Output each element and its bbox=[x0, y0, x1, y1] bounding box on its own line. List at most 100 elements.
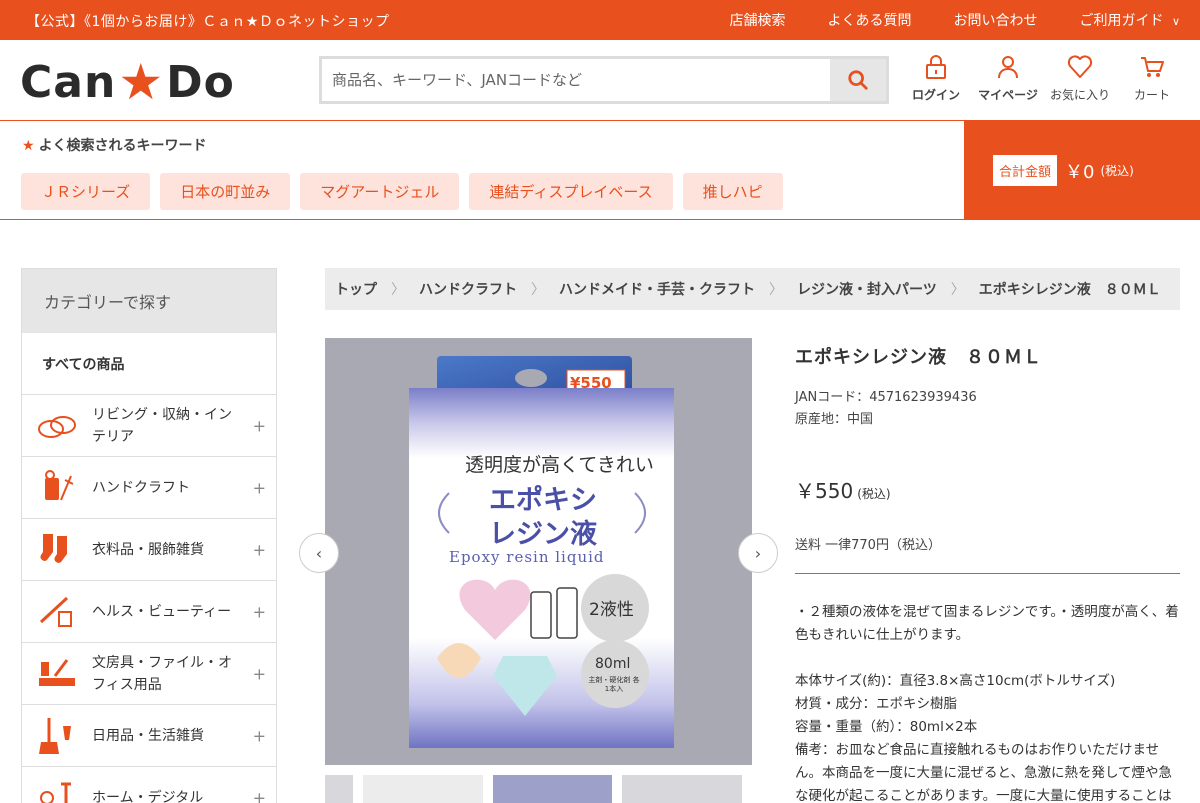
breadcrumb-current: エポキシレジン液 ８０ＭＬ bbox=[978, 282, 1161, 298]
category-sidebar: カテゴリーで探す すべての商品 リビング・収納・インテリア + ハンドクラフト … bbox=[21, 268, 277, 803]
package-price-tag: ¥550 bbox=[570, 374, 612, 392]
keyword-chip[interactable]: 推しハピ bbox=[682, 173, 783, 210]
spec-line: 備考：お皿など食品に直接触れるものはお作りいただけません。本商品を一度に大量に混… bbox=[795, 742, 1173, 803]
keyword-chip[interactable]: 日本の町並み bbox=[160, 173, 291, 210]
beauty-icon bbox=[39, 596, 72, 627]
plus-icon[interactable]: + bbox=[253, 416, 266, 435]
spec-line: 材質・成分：エポキシ樹脂 bbox=[795, 696, 957, 712]
search-button[interactable] bbox=[830, 59, 886, 101]
price-value: ￥550 bbox=[795, 479, 854, 503]
shipping-info: 送料 一律770円（税込） bbox=[795, 534, 1180, 574]
breadcrumb-item[interactable]: トップ bbox=[335, 279, 377, 299]
store-search-link[interactable]: 店舗検索 bbox=[729, 10, 785, 30]
socks-icon bbox=[40, 533, 67, 563]
keyword-title-text: よく検索されるキーワード bbox=[38, 138, 207, 154]
header: Can★Do ログイン マイページ お気に入り カート bbox=[0, 40, 1200, 121]
search-bar bbox=[319, 56, 889, 104]
breadcrumb-separator-icon: 〉 bbox=[769, 282, 783, 298]
sidebar-item-all[interactable]: すべての商品 bbox=[22, 333, 276, 395]
origin: 原産地：中国 bbox=[795, 412, 874, 427]
spec-line: 容量・重量（約）：80ml×2本 bbox=[795, 719, 978, 735]
package-type: 2液性 bbox=[589, 600, 634, 620]
thumbnail[interactable] bbox=[492, 775, 613, 803]
breadcrumb-separator-icon: 〉 bbox=[531, 282, 545, 298]
sidebar-item-beauty[interactable]: ヘルス・ビューティー + bbox=[22, 581, 276, 643]
price-tax: (税込) bbox=[857, 487, 891, 501]
logo-star: ★ bbox=[118, 53, 165, 111]
top-links: 店舗検索 よくある質問 お問い合わせ ご利用ガイド ∨ bbox=[729, 0, 1200, 40]
craft-icon bbox=[45, 469, 74, 500]
keyword-chip[interactable]: ＪＲシリーズ bbox=[21, 173, 151, 210]
site-tagline[interactable]: 【公式】《1個からお届け》Ｃａｎ★Ｄｏネットショップ bbox=[26, 11, 389, 31]
favorites-button[interactable]: お気に入り bbox=[1044, 52, 1116, 103]
product-specs: 本体サイズ(約)：直径3.8×高さ10cm(ボトルサイズ) 材質・成分：エポキシ… bbox=[795, 670, 1180, 803]
plus-icon[interactable]: + bbox=[253, 602, 266, 621]
faq-link[interactable]: よくある質問 bbox=[827, 10, 911, 30]
search-input[interactable] bbox=[322, 59, 830, 101]
plus-icon[interactable]: + bbox=[253, 664, 266, 683]
contact-link[interactable]: お問い合わせ bbox=[953, 10, 1037, 30]
cart-button[interactable]: カート bbox=[1116, 52, 1188, 103]
thumbnail[interactable] bbox=[325, 775, 354, 803]
breadcrumb-separator-icon: 〉 bbox=[391, 282, 405, 298]
site-logo[interactable]: Can ★ Do bbox=[20, 53, 235, 111]
sidebar-heading: カテゴリーで探す bbox=[22, 269, 276, 333]
sidebar-item-daily-goods[interactable]: 日用品・生活雑貨 + bbox=[22, 705, 276, 767]
category-label: ヘルス・ビューティー bbox=[92, 603, 232, 620]
cart-icon bbox=[1141, 57, 1164, 77]
sidebar-item-stationery[interactable]: 文房具・ファイル・オフィス用品 + bbox=[22, 643, 276, 705]
product-image[interactable]: ¥550 透明度が高くてきれい エポキシ レジン液 Epoxy resin li… bbox=[325, 338, 752, 765]
plus-icon[interactable]: + bbox=[253, 726, 266, 745]
keyword-title: ★ よく検索されるキーワード bbox=[22, 135, 207, 155]
chevron-left-icon: ‹ bbox=[315, 543, 323, 563]
thumbnail[interactable] bbox=[622, 775, 742, 803]
breadcrumb-item[interactable]: ハンドクラフト bbox=[419, 279, 517, 299]
plus-icon[interactable]: + bbox=[253, 540, 266, 559]
breadcrumb-item[interactable]: レジン液・封入パーツ bbox=[797, 279, 937, 299]
package-volume: 80ml bbox=[595, 656, 631, 672]
prev-image-button[interactable]: ‹ bbox=[299, 533, 339, 573]
stationery-icon bbox=[39, 658, 75, 686]
keyword-chip[interactable]: 連結ディスプレイベース bbox=[469, 173, 673, 210]
package-catch: 透明度が高くてきれい bbox=[465, 454, 654, 476]
product-meta: JANコード：4571623939436 原産地：中国 bbox=[795, 387, 1180, 431]
plus-icon[interactable]: + bbox=[253, 788, 266, 803]
package-volume-note: 主剤・硬化剤 各1本入 bbox=[588, 676, 640, 693]
mypage-label: マイページ bbox=[978, 88, 1038, 102]
package-name-en: Epoxy resin liquid bbox=[449, 548, 605, 566]
jan-code: JANコード：4571623939436 bbox=[795, 390, 977, 405]
guide-link[interactable]: ご利用ガイド ∨ bbox=[1079, 10, 1180, 30]
keyword-chip[interactable]: マグアートジェル bbox=[300, 173, 460, 210]
category-label: ハンドクラフト bbox=[92, 479, 190, 496]
product-price: ￥550 (税込) bbox=[795, 475, 1180, 504]
category-label: リビング・収納・インテリア bbox=[92, 406, 232, 445]
logo-text-right: Do bbox=[166, 56, 235, 108]
total-amount: ￥0 bbox=[1065, 161, 1095, 183]
logo-text-left: Can bbox=[20, 56, 117, 108]
sidebar-item-home-digital[interactable]: ホーム・デジタル + bbox=[22, 767, 276, 803]
thumbnail[interactable] bbox=[363, 775, 483, 803]
product-description: ・２種類の液体を混ぜて固まるレジンです。・透明度が高く、着色もきれいに仕上がりま… bbox=[795, 604, 1179, 643]
guide-link-label: ご利用ガイド bbox=[1079, 13, 1164, 29]
star-icon: ★ bbox=[22, 138, 35, 154]
favorites-label: お気に入り bbox=[1049, 88, 1110, 102]
chevron-down-icon: ∨ bbox=[1171, 15, 1180, 28]
login-button[interactable]: ログイン bbox=[900, 52, 972, 103]
cart-label: カート bbox=[1133, 88, 1170, 102]
plus-icon[interactable]: + bbox=[253, 478, 266, 497]
keyword-chips: ＪＲシリーズ 日本の町並み マグアートジェル 連結ディスプレイベース 推しハピ bbox=[21, 173, 793, 210]
header-icons: ログイン マイページ お気に入り カート bbox=[900, 52, 1188, 103]
category-label: ホーム・デジタル bbox=[92, 789, 204, 803]
sidebar-item-craft[interactable]: ハンドクラフト + bbox=[22, 457, 276, 519]
mypage-button[interactable]: マイページ bbox=[972, 52, 1044, 103]
sidebar-item-clothing[interactable]: 衣料品・服飾雑貨 + bbox=[22, 519, 276, 581]
user-icon bbox=[998, 56, 1018, 79]
heart-icon bbox=[1067, 55, 1093, 78]
sidebar-item-living[interactable]: リビング・収納・インテリア + bbox=[22, 395, 276, 457]
breadcrumb-item[interactable]: ハンドメイド・手芸・クラフト bbox=[559, 279, 755, 299]
top-bar: 【公式】《1個からお届け》Ｃａｎ★Ｄｏネットショップ 店舗検索 よくある質問 お… bbox=[0, 0, 1200, 40]
next-image-button[interactable]: › bbox=[738, 533, 778, 573]
cart-total[interactable]: 合計金額 ￥0 (税込) bbox=[964, 121, 1200, 220]
daily-goods-icon bbox=[39, 717, 71, 754]
login-label: ログイン bbox=[911, 88, 960, 102]
